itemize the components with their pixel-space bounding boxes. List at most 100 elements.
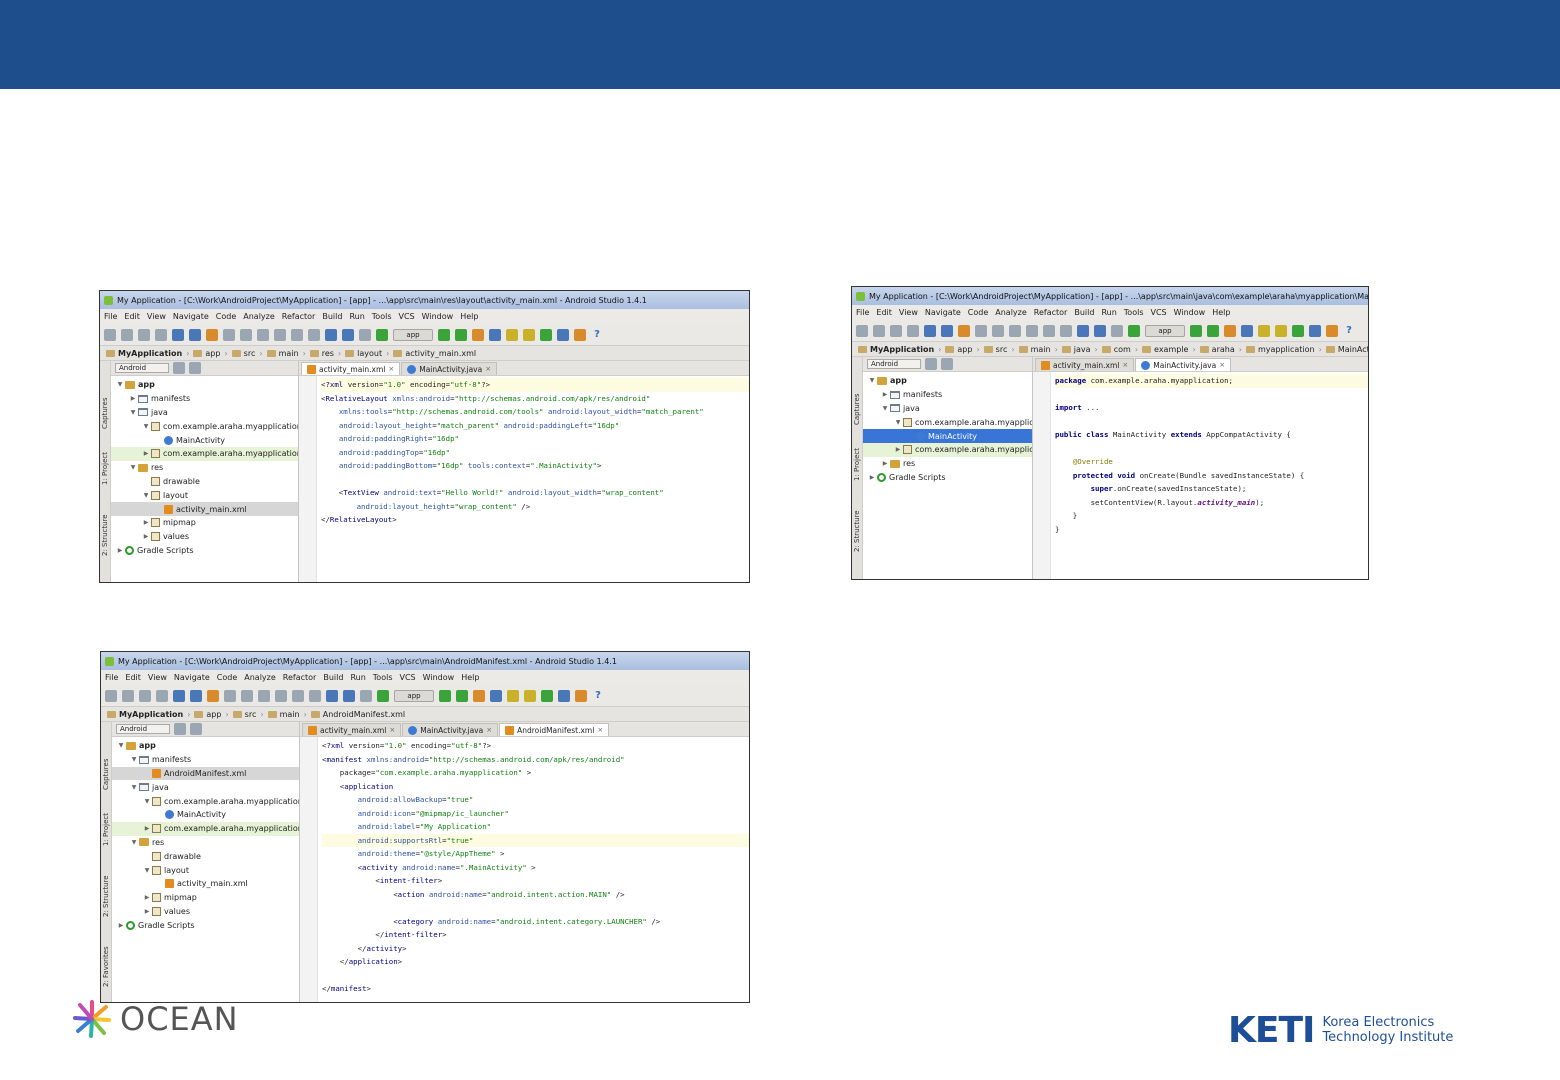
code-line[interactable]: android:paddingBottom="16dp" tools:conte… — [321, 459, 749, 473]
menu-navigate[interactable]: Navigate — [174, 673, 210, 682]
toolbar-icon[interactable] — [541, 689, 553, 702]
code-line[interactable]: <manifest xmlns:android="http://schemas.… — [322, 753, 749, 767]
toolbar-icon[interactable] — [258, 689, 270, 702]
menu-file[interactable]: File — [856, 308, 869, 317]
project-view-select[interactable]: Android — [867, 359, 921, 369]
tree-item[interactable]: MainActivity — [111, 433, 298, 447]
code-line[interactable]: <application — [322, 780, 749, 794]
code-line[interactable]: android:layout_height="wrap_content" /> — [321, 500, 749, 514]
code-line[interactable] — [322, 901, 749, 915]
breadcrumb-item[interactable]: MainActivity — [1325, 345, 1368, 354]
code-line[interactable]: </manifest> — [322, 982, 749, 996]
toolbar-icon[interactable] — [359, 328, 371, 341]
breadcrumb-item[interactable]: main — [267, 710, 300, 719]
code-line[interactable]: setContentView(R.layout.activity_main); — [1055, 496, 1368, 510]
code-line[interactable]: <action android:name="android.intent.act… — [322, 888, 749, 902]
toolbar-icon[interactable] — [206, 328, 218, 341]
menu-edit[interactable]: Edit — [125, 673, 141, 682]
toolbar-icon[interactable] — [1111, 324, 1123, 337]
tree-item[interactable]: ▶ Gradle Scripts — [111, 544, 298, 558]
close-icon[interactable]: × — [597, 726, 603, 734]
toolbar-icon[interactable] — [1258, 324, 1270, 337]
toolbar-icon[interactable] — [1309, 324, 1321, 337]
toolbar-icon[interactable] — [325, 328, 337, 341]
toolbar-icon[interactable] — [1207, 324, 1219, 337]
toolbar-icon[interactable] — [156, 689, 168, 702]
collapse-icon[interactable] — [941, 358, 953, 370]
settings-icon[interactable] — [925, 358, 937, 370]
tree-item[interactable]: ▼ layout — [112, 863, 299, 877]
toolbar-icon[interactable] — [455, 328, 467, 341]
breadcrumb-item[interactable]: MyApplication — [106, 349, 182, 358]
toolbar-icon[interactable] — [1224, 324, 1236, 337]
tree-item[interactable]: ▶ values — [111, 530, 298, 544]
toolbar-icon[interactable] — [122, 689, 134, 702]
tree-item[interactable]: ▶ manifests — [111, 392, 298, 406]
tree-item[interactable]: ▶ res — [863, 457, 1032, 471]
menu-code[interactable]: Code — [968, 308, 988, 317]
menu-window[interactable]: Window — [423, 673, 455, 682]
toolbar-icon[interactable] — [291, 328, 303, 341]
toolbar-icon[interactable] — [524, 689, 536, 702]
toolbar-icon[interactable] — [223, 328, 235, 341]
toolbar-icon[interactable] — [190, 689, 202, 702]
menu-refactor[interactable]: Refactor — [1034, 308, 1068, 317]
toolbar-icon[interactable] — [189, 328, 201, 341]
editor-tab[interactable]: activity_main.xml × — [301, 362, 401, 375]
close-icon[interactable]: × — [389, 726, 395, 734]
toolbar-icon[interactable] — [958, 324, 970, 337]
tree-item[interactable]: ▶ mipmap — [112, 891, 299, 905]
code-line[interactable]: </activity> — [322, 942, 749, 956]
toolbar-icon[interactable] — [490, 689, 502, 702]
tree-item[interactable]: ▼ layout — [111, 488, 298, 502]
code-line[interactable]: package com.example.araha.myapplication; — [1055, 374, 1368, 388]
toolbar-icon[interactable] — [1060, 324, 1072, 337]
toolbar-icon[interactable] — [1043, 324, 1055, 337]
toolbar-icon[interactable] — [924, 324, 936, 337]
tree-item[interactable]: ▼ manifests — [112, 753, 299, 767]
tool-tab-structure[interactable]: 2: Structure — [102, 875, 110, 917]
toolbar-icon[interactable] — [575, 689, 587, 702]
breadcrumb-item[interactable]: com — [1101, 345, 1131, 354]
toolbar-icon[interactable] — [507, 689, 519, 702]
expand-arrow-icon[interactable]: ▼ — [115, 381, 125, 388]
menu-edit[interactable]: Edit — [124, 312, 140, 321]
toolbar-icon[interactable] — [574, 328, 586, 341]
menu-view[interactable]: View — [899, 308, 918, 317]
toolbar-icon[interactable] — [472, 328, 484, 341]
toolbar-icon[interactable] — [856, 324, 868, 337]
toolbar-icon[interactable] — [439, 689, 451, 702]
menu-view[interactable]: View — [148, 673, 167, 682]
run-config-select[interactable]: app — [1145, 324, 1185, 337]
menu-file[interactable]: File — [105, 673, 118, 682]
editor-tab[interactable]: MainActivity.java × — [1135, 358, 1232, 371]
code-line[interactable]: package="com.example.araha.myapplication… — [322, 766, 749, 780]
close-icon[interactable]: × — [485, 365, 491, 373]
breadcrumb-item[interactable]: myapplication — [1245, 345, 1315, 354]
menu-build[interactable]: Build — [1074, 308, 1094, 317]
code-line[interactable]: import ... — [1055, 401, 1368, 415]
breadcrumb-item[interactable]: src — [232, 710, 256, 719]
menu-window[interactable]: Window — [422, 312, 454, 321]
tree-item[interactable]: ▼ app — [863, 374, 1032, 388]
toolbar-icon[interactable] — [438, 328, 450, 341]
toolbar-icon[interactable] — [292, 689, 304, 702]
breadcrumb-item[interactable]: example — [1142, 345, 1188, 354]
run-config-select[interactable]: app — [393, 328, 433, 341]
menu-help[interactable]: Help — [1212, 308, 1230, 317]
toolbar-icon[interactable] — [992, 324, 1004, 337]
code-line[interactable]: super.onCreate(savedInstanceState); — [1055, 482, 1368, 496]
tree-item[interactable]: ▶ com.example.araha.myapplication — [111, 446, 298, 461]
toolbar-icon[interactable] — [155, 328, 167, 341]
tool-tab-project[interactable]: 1: Project — [853, 448, 861, 481]
toolbar-icon[interactable] — [1190, 324, 1202, 337]
help-icon[interactable]: ? — [592, 690, 604, 702]
toolbar-icon[interactable] — [308, 328, 320, 341]
toolbar-icon[interactable] — [207, 689, 219, 702]
toolbar-icon[interactable] — [360, 689, 372, 702]
toolbar-icon[interactable] — [139, 689, 151, 702]
expand-arrow-icon[interactable]: ▶ — [142, 894, 152, 901]
tree-item[interactable]: AndroidManifest.xml — [112, 766, 299, 781]
editor-tab[interactable]: AndroidManifest.xml × — [499, 723, 610, 736]
expand-arrow-icon[interactable]: ▼ — [128, 409, 138, 416]
